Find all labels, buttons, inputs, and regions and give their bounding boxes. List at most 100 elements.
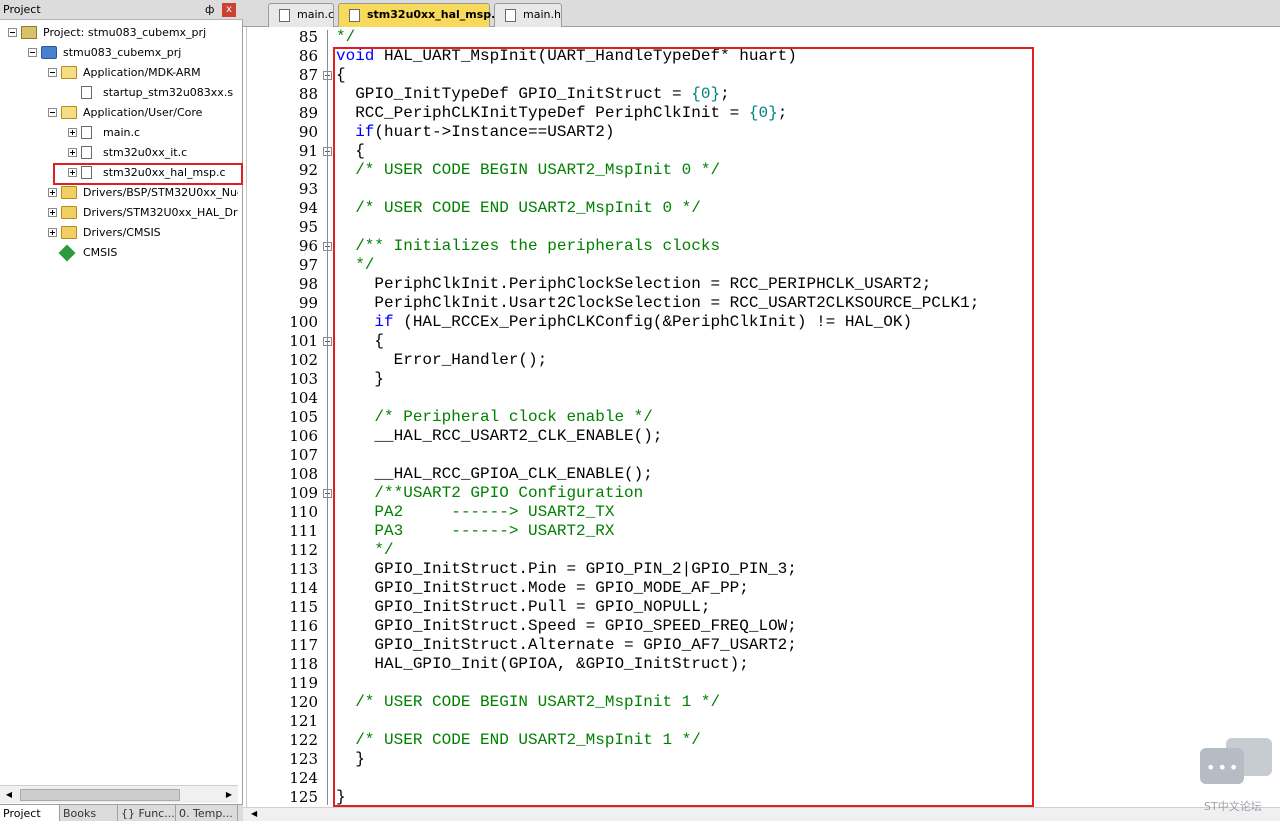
scroll-thumb[interactable] [20,789,180,801]
line-number: 89 [298,104,318,122]
tree-item[interactable]: Drivers/CMSIS [0,222,238,242]
project-tree-hscrollbar[interactable]: ◀ ▶ [0,785,238,803]
line-number: 111 [289,522,318,540]
code-comment: */ [336,28,356,46]
folder-open-icon [61,66,77,79]
line-number: 85 [298,28,318,46]
line-number: 121 [289,712,318,730]
scroll-left-icon[interactable]: ◀ [2,788,16,802]
tree-item-label: startup_stm32u083xx.s [103,86,234,99]
expand-icon[interactable] [68,128,77,137]
tree-item[interactable]: Drivers/BSP/STM32U0xx_Nuc [0,182,238,202]
target-icon [41,46,57,59]
project-tree: Project: stmu083_cubemx_prj stmu083_cubem… [0,20,238,785]
line-number: 108 [289,465,318,483]
tab-functions[interactable]: {} Func... [118,805,176,821]
line-number: 122 [289,731,318,749]
file-icon [81,86,92,99]
line-number: 124 [289,769,318,787]
file-icon [349,9,360,22]
expand-icon[interactable] [48,188,57,197]
watermark-text: ST中文论坛 [1204,800,1262,813]
file-icon [505,9,516,22]
line-number: 87 [298,66,318,84]
tree-item[interactable]: Application/User/Core [0,102,238,122]
folder-open-icon [61,106,77,119]
tab-label: main.c [297,8,335,21]
line-number: 106 [289,427,318,445]
cmsis-diamond-icon [58,244,76,262]
line-number: 97 [298,256,318,274]
line-number: 118 [289,655,318,673]
tree-item[interactable]: CMSIS [0,242,238,262]
tree-item-label: CMSIS [83,246,118,259]
file-icon [279,9,290,22]
project-panel-header: Project ф x [0,0,243,20]
line-number: 100 [289,313,318,331]
st-forum-watermark: ••• ST中文论坛 [1200,736,1274,816]
line-number: 86 [298,47,318,65]
line-number: 105 [289,408,318,426]
line-number: 120 [289,693,318,711]
tree-item-label: Application/MDK-ARM [83,66,201,79]
expand-icon[interactable] [48,228,57,237]
tree-item[interactable]: Drivers/STM32U0xx_HAL_Dri [0,202,238,222]
line-number: 88 [298,85,318,103]
line-number: 99 [298,294,318,312]
tab-main-h[interactable]: main.h [494,3,562,27]
line-number: 123 [289,750,318,768]
tab-books[interactable]: Books [60,805,118,821]
tree-item[interactable]: startup_stm32u083xx.s [0,82,238,102]
tree-item[interactable]: Application/MDK-ARM [0,62,238,82]
tree-item-label: stmu083_cubemx_prj [63,46,182,59]
tree-item-label: main.c [103,126,141,139]
line-number: 90 [298,123,318,141]
tree-item-label: Application/User/Core [83,106,203,119]
highlight-box-uart-mspinit [333,47,1034,807]
editor-tabbar: main.c stm32u0xx_hal_msp.c main.h [243,0,1280,27]
tree-item[interactable]: stm32u0xx_it.c [0,142,238,162]
watermark-dots: ••• [1206,758,1241,777]
line-number: 95 [298,218,318,236]
line-number: 116 [289,617,318,635]
tab-label: main.h [523,8,561,21]
line-number: 109 [289,484,318,502]
tree-item-label: stm32u0xx_it.c [103,146,188,159]
tree-item[interactable]: Project: stmu083_cubemx_prj [0,22,238,42]
tab-stm32u0xx-hal-msp-c[interactable]: stm32u0xx_hal_msp.c [338,3,502,27]
project-bottom-tabs: Project Books {} Func... 0. Temp... [0,804,243,821]
collapse-icon[interactable] [8,28,17,37]
scroll-right-icon[interactable]: ▶ [222,788,236,802]
line-number: 98 [298,275,318,293]
ide-window: Project ф x Project: stmu083_cubemx_prjs… [0,0,1280,821]
collapse-icon[interactable] [28,48,37,57]
close-icon[interactable]: x [222,3,236,17]
tree-item-label: Drivers/BSP/STM32U0xx_Nuc [83,186,238,199]
line-number: 102 [289,351,318,369]
tab-main-c[interactable]: main.c [268,3,334,27]
line-number: 114 [289,579,318,597]
line-number: 113 [289,560,318,578]
tab-project[interactable]: Project [0,805,60,821]
file-icon [81,146,92,159]
collapse-icon[interactable] [48,68,57,77]
tab-templates[interactable]: 0. Temp... [176,805,238,821]
expand-icon[interactable] [68,148,77,157]
line-number: 91 [298,142,318,160]
tree-item-label: Drivers/STM32U0xx_HAL_Dri [83,206,238,219]
collapse-icon[interactable] [48,108,57,117]
line-number: 117 [289,636,318,654]
code-line[interactable]: */ [336,28,355,47]
tree-item[interactable]: stmu083_cubemx_prj [0,42,238,62]
file-icon [81,126,92,139]
tree-item[interactable]: main.c [0,122,238,142]
pin-icon[interactable]: ф [205,3,214,16]
line-number: 107 [289,446,318,464]
scroll-left-icon[interactable]: ◀ [251,809,257,818]
line-number: 110 [289,503,318,521]
expand-icon[interactable] [48,208,57,217]
line-number: 92 [298,161,318,179]
editor-hscrollbar[interactable]: ◀ [243,807,1280,821]
project-panel: Project ф x Project: stmu083_cubemx_prjs… [0,0,243,821]
project-panel-title: Project [3,3,41,16]
